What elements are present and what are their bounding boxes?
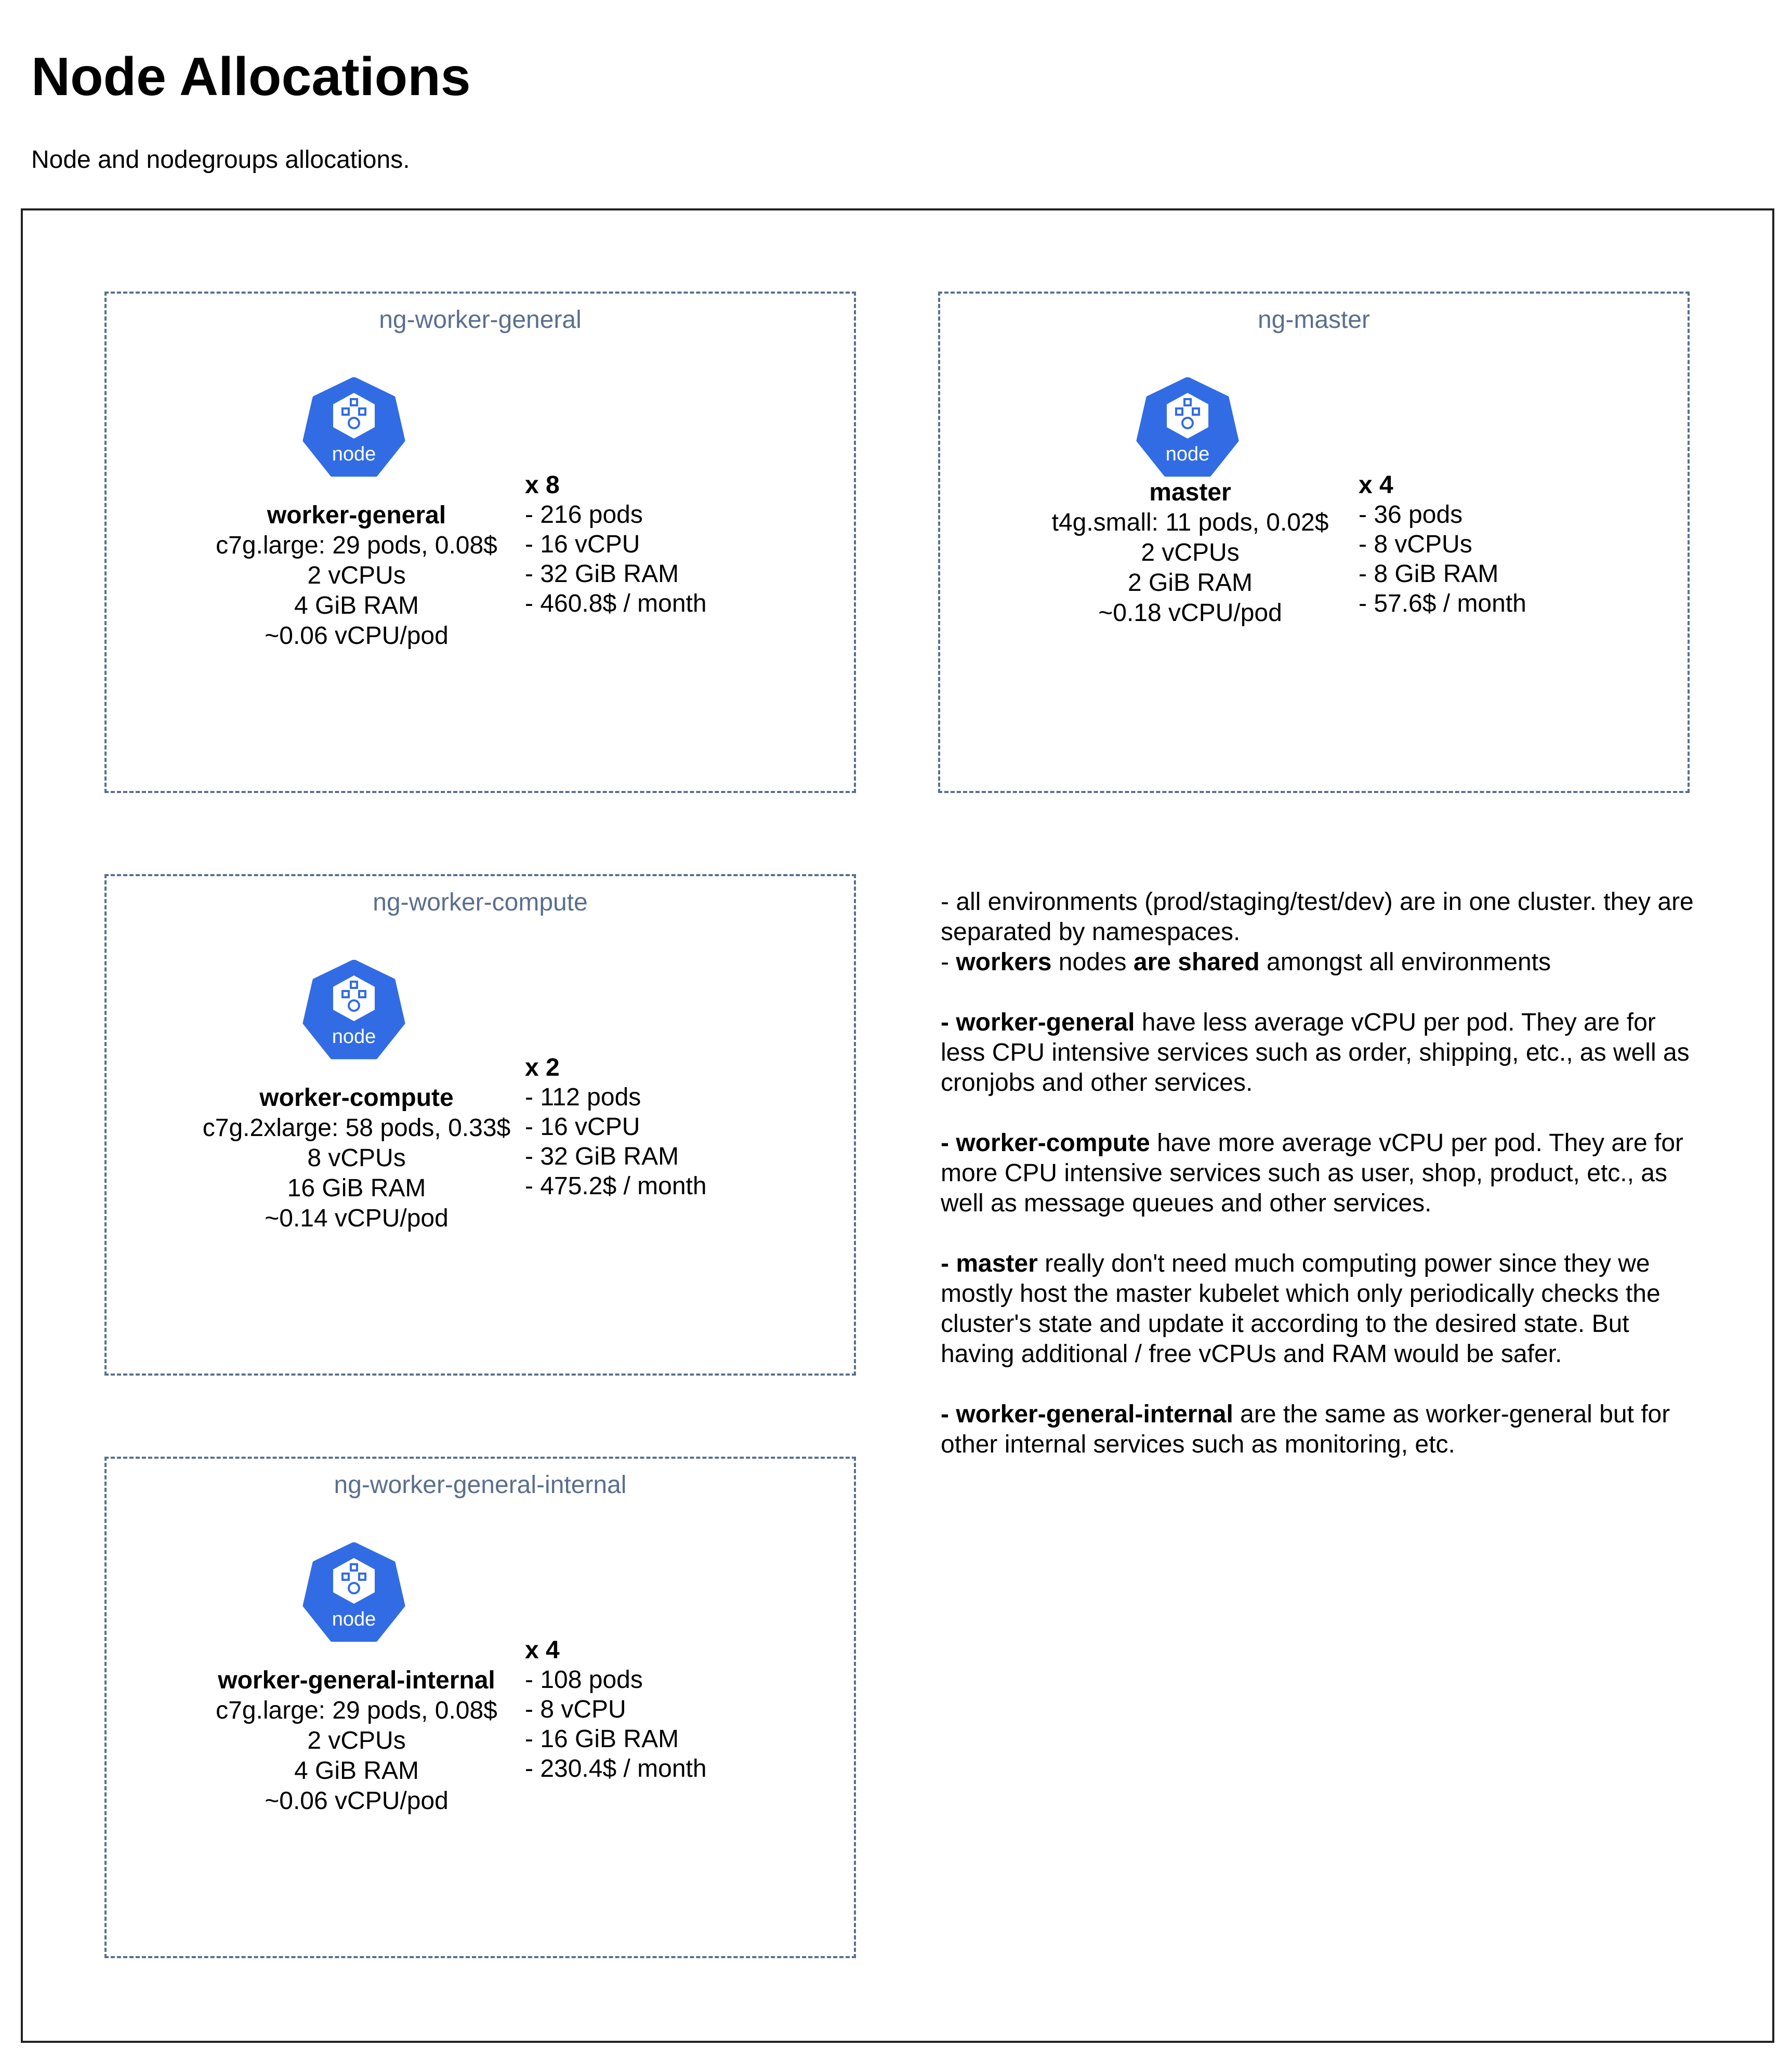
nodegroup-label: ng-worker-general-internal xyxy=(334,1471,627,1499)
nodegroup-worker-compute[interactable]: ng-worker-compute node worker-compute c7… xyxy=(104,874,856,1376)
total-vcpu: - 16 vCPU xyxy=(525,1113,640,1141)
total-pods: - 108 pods xyxy=(525,1666,643,1694)
kubernetes-node-glyph: node xyxy=(1136,377,1239,477)
nodegroup-allocation: x 4 - 36 pods - 8 vCPUs - 8 GiB RAM - 57… xyxy=(1359,470,1618,618)
monthly-cost: - 230.4$ / month xyxy=(525,1755,707,1782)
node-ram: 4 GiB RAM xyxy=(294,1757,419,1785)
nodegroup-worker-general[interactable]: ng-worker-general node worker-general c7… xyxy=(104,292,856,793)
node-icon-label: node xyxy=(1166,443,1210,465)
node-icon-label: node xyxy=(332,1026,376,1048)
node-icon-label: node xyxy=(332,443,376,465)
note-text: amongst all environments xyxy=(1259,948,1551,976)
monthly-cost: - 460.8$ / month xyxy=(525,590,707,617)
total-vcpu: - 16 vCPU xyxy=(525,531,640,558)
note-master: - master really don't need much computin… xyxy=(941,1249,1699,1369)
total-ram: - 32 GiB RAM xyxy=(525,560,679,588)
node-vcpus: 8 vCPUs xyxy=(307,1144,406,1172)
node-name: worker-general-internal xyxy=(218,1667,495,1694)
nodegroup-worker-general-internal[interactable]: ng-worker-general-internal node worker-g… xyxy=(104,1457,856,1958)
kubernetes-node-icon[interactable]: node xyxy=(302,377,406,481)
note-term: - worker-general xyxy=(941,1009,1135,1036)
node-vcpus: 2 vCPUs xyxy=(1141,539,1240,566)
kubernetes-node-icon[interactable]: node xyxy=(302,1542,406,1646)
note-term: - master xyxy=(941,1250,1038,1277)
node-specs: c7g.2xlarge: 58 pods, 0.33$ 8 vCPUs 16 G… xyxy=(175,1113,538,1234)
node-vcpu-per-pod: ~0.06 vCPU/pod xyxy=(265,622,449,650)
note-text: really don't need much computing power s… xyxy=(941,1250,1661,1368)
total-vcpu: - 8 vCPU xyxy=(525,1696,626,1723)
page-title: Node Allocations xyxy=(31,47,471,107)
node-ram: 2 GiB RAM xyxy=(1127,569,1253,597)
notes-text: - all environments (prod/staging/test/de… xyxy=(941,887,1699,1460)
node-count: x 4 xyxy=(525,1636,560,1664)
node-count: x 2 xyxy=(525,1054,560,1081)
node-instance: c7g.large: 29 pods, 0.08$ xyxy=(216,532,497,559)
total-ram: - 16 GiB RAM xyxy=(525,1725,679,1753)
note-term: - worker-compute xyxy=(941,1129,1150,1157)
note-worker-general-internal: - worker-general-internal are the same a… xyxy=(941,1399,1699,1460)
nodegroup-label: ng-worker-general xyxy=(379,306,582,334)
node-instance: t4g.small: 11 pods, 0.02$ xyxy=(1051,509,1329,536)
kubernetes-node-icon[interactable]: node xyxy=(302,960,406,1064)
note-worker-compute: - worker-compute have more average vCPU … xyxy=(941,1128,1699,1219)
node-instance: c7g.2xlarge: 58 pods, 0.33$ xyxy=(202,1114,511,1142)
nodegroup-allocation: x 4 - 108 pods - 8 vCPU - 16 GiB RAM - 2… xyxy=(525,1635,785,1784)
monthly-cost: - 475.2$ / month xyxy=(525,1172,707,1200)
note-environments: - all environments (prod/staging/test/de… xyxy=(941,887,1699,978)
node-icon-label: node xyxy=(332,1608,376,1630)
node-instance: c7g.large: 29 pods, 0.08$ xyxy=(216,1697,497,1724)
page-subtitle: Node and nodegroups allocations. xyxy=(31,146,410,174)
node-count: x 4 xyxy=(1359,471,1393,499)
total-pods: - 36 pods xyxy=(1359,501,1463,529)
total-pods: - 112 pods xyxy=(525,1084,641,1111)
note-term: - worker-general-internal xyxy=(941,1401,1233,1428)
node-count: x 8 xyxy=(525,471,560,499)
node-vcpu-per-pod: ~0.06 vCPU/pod xyxy=(265,1787,449,1815)
node-ram: 4 GiB RAM xyxy=(294,592,419,619)
total-pods: - 216 pods xyxy=(525,501,643,529)
node-name: worker-compute xyxy=(259,1084,454,1112)
kubernetes-node-glyph: node xyxy=(302,960,405,1060)
note-text: - xyxy=(941,948,956,976)
total-vcpu: - 8 vCPUs xyxy=(1359,531,1472,558)
note-worker-general: - worker-general have less average vCPU … xyxy=(941,1008,1699,1098)
node-specs: c7g.large: 29 pods, 0.08$ 2 vCPUs 4 GiB … xyxy=(175,1696,538,1816)
note-term: are shared xyxy=(1133,948,1260,976)
kubernetes-node-glyph: node xyxy=(302,1542,405,1642)
total-ram: - 32 GiB RAM xyxy=(525,1143,679,1170)
node-ram: 16 GiB RAM xyxy=(287,1174,426,1202)
node-vcpus: 2 vCPUs xyxy=(307,1727,406,1754)
kubernetes-node-icon[interactable]: node xyxy=(1136,377,1240,481)
nodegroup-master[interactable]: ng-master node master t4g.small: 11 pods… xyxy=(938,292,1690,793)
node-specs: t4g.small: 11 pods, 0.02$ 2 vCPUs 2 GiB … xyxy=(1008,508,1372,628)
kubernetes-node-glyph: node xyxy=(302,377,405,477)
nodegroup-allocation: x 2 - 112 pods - 16 vCPU - 32 GiB RAM - … xyxy=(525,1053,785,1201)
node-vcpus: 2 vCPUs xyxy=(307,562,406,589)
monthly-cost: - 57.6$ / month xyxy=(1359,590,1526,617)
total-ram: - 8 GiB RAM xyxy=(1359,560,1499,588)
note-term: workers xyxy=(956,948,1052,976)
node-specs: c7g.large: 29 pods, 0.08$ 2 vCPUs 4 GiB … xyxy=(175,531,538,651)
node-vcpu-per-pod: ~0.18 vCPU/pod xyxy=(1098,599,1282,627)
note-environments-text: - all environments (prod/staging/test/de… xyxy=(941,888,1694,946)
node-name: master xyxy=(1149,479,1231,506)
nodegroup-label: ng-worker-compute xyxy=(373,889,588,916)
nodegroup-allocation: x 8 - 216 pods - 16 vCPU - 32 GiB RAM - … xyxy=(525,470,785,618)
node-name: worker-general xyxy=(267,501,446,529)
node-vcpu-per-pod: ~0.14 vCPU/pod xyxy=(265,1205,449,1232)
note-text: nodes xyxy=(1051,948,1134,976)
nodegroup-label: ng-master xyxy=(1257,306,1371,334)
